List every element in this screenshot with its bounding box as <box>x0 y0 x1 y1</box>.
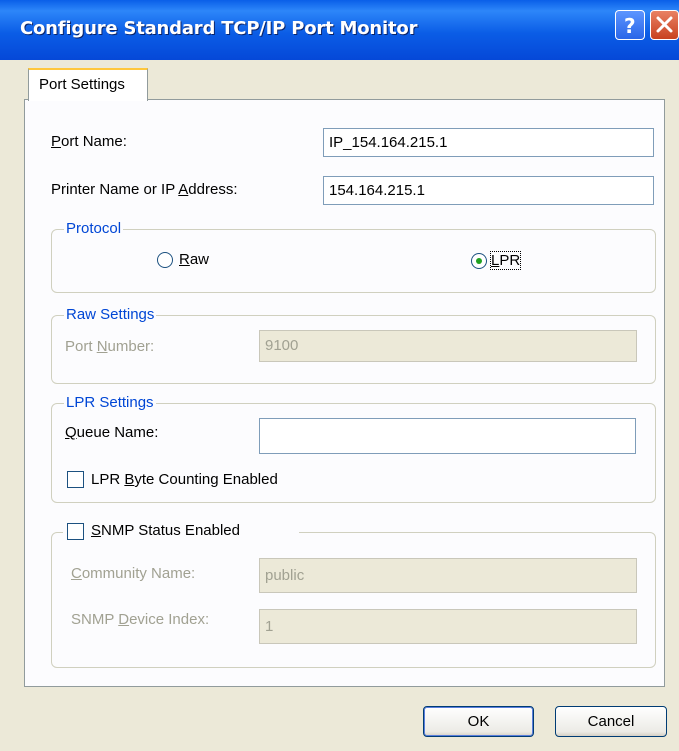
raw-radio-label[interactable]: Raw <box>179 251 209 268</box>
close-x-icon <box>656 16 673 33</box>
title-bar[interactable]: Configure Standard TCP/IP Port Monitor ? <box>0 0 679 60</box>
raw-settings-legend: Raw Settings <box>64 306 157 323</box>
close-button[interactable] <box>650 10 679 40</box>
snmp-device-index-field: 1 <box>259 609 637 644</box>
ok-button[interactable]: OK <box>423 706 534 737</box>
help-button[interactable]: ? <box>615 10 645 40</box>
port-settings-panel: Port Name: IP_154.164.215.1 Printer Name… <box>24 99 665 687</box>
community-name-label: Community Name: <box>71 565 196 582</box>
tab-port-settings[interactable]: Port Settings <box>28 68 148 101</box>
printer-address-field[interactable]: 154.164.215.1 <box>323 176 654 205</box>
lpr-radio[interactable] <box>471 253 487 269</box>
lpr-byte-counting-label[interactable]: LPR Byte Counting Enabled <box>91 471 278 488</box>
lpr-settings-legend: LPR Settings <box>64 394 156 411</box>
snmp-status-checkbox[interactable] <box>67 523 84 540</box>
snmp-status-label[interactable]: SNMP Status Enabled <box>91 522 240 539</box>
question-icon: ? <box>624 14 636 38</box>
lpr-radio-label[interactable]: LPR <box>489 251 522 270</box>
cancel-button[interactable]: Cancel <box>555 706 667 737</box>
protocol-group <box>51 229 656 293</box>
port-number-field: 9100 <box>259 330 637 362</box>
community-name-field: public <box>259 558 637 593</box>
queue-name-field[interactable] <box>259 418 636 454</box>
raw-radio[interactable] <box>157 252 173 268</box>
queue-name-label: Queue Name: <box>65 424 159 441</box>
snmp-group <box>51 532 656 668</box>
port-name-label: Port Name: <box>51 133 127 150</box>
port-name-field[interactable]: IP_154.164.215.1 <box>323 128 654 157</box>
snmp-device-index-label: SNMP Device Index: <box>71 611 210 628</box>
protocol-legend: Protocol <box>64 220 124 237</box>
port-number-label: Port Number: <box>65 338 155 355</box>
tab-label: Port Settings <box>39 76 125 93</box>
window-title: Configure Standard TCP/IP Port Monitor <box>20 18 418 39</box>
lpr-byte-counting-checkbox[interactable] <box>67 471 84 488</box>
svg-text:?: ? <box>624 14 636 38</box>
printer-address-label: Printer Name or IP Address: <box>51 181 238 198</box>
radio-dot-icon <box>476 258 482 264</box>
